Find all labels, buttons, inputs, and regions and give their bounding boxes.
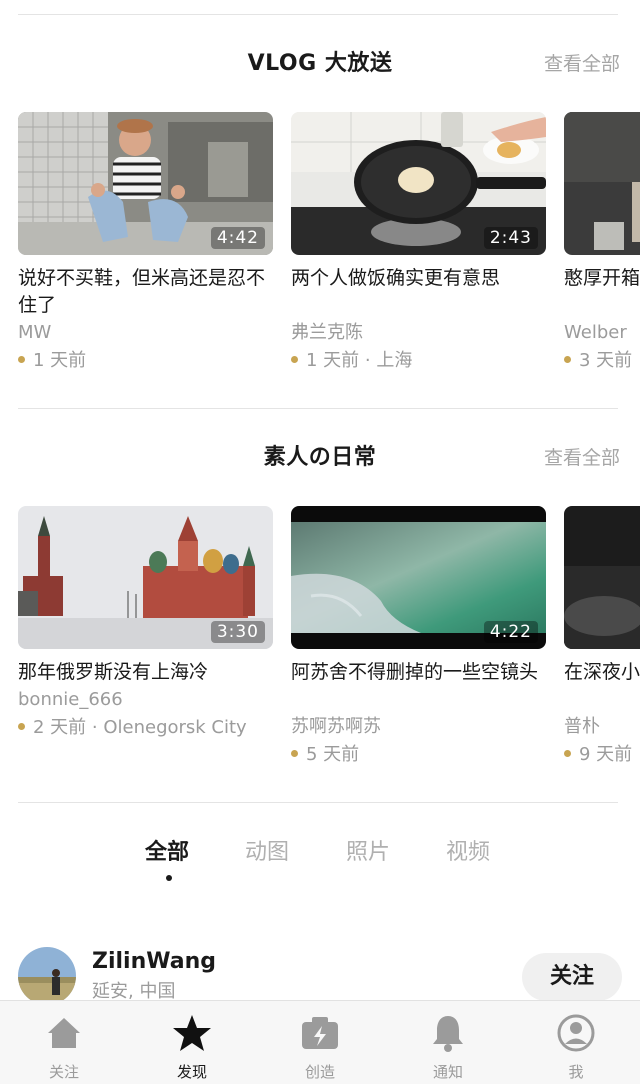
video-title[interactable]: 说好不买鞋，但米高还是忍不住了 (18, 265, 273, 319)
video-author[interactable]: 苏啊苏啊苏 (291, 713, 546, 741)
thumbnail-image (564, 506, 640, 649)
avatar-image (18, 947, 76, 1005)
section-header-vlog: VLOG 大放送 查看全部 (0, 44, 640, 84)
tab-label: 我 (568, 1063, 584, 1081)
star-icon (173, 1015, 211, 1051)
tab-photos[interactable]: 照片 (346, 836, 390, 870)
video-duration: 3:30 (210, 621, 265, 643)
video-card[interactable]: 在深夜小晚上 普朴 9 天前 (564, 506, 640, 769)
active-tab-indicator (166, 875, 172, 881)
video-meta: 5 天前 (291, 741, 546, 769)
section-divider (18, 408, 618, 409)
video-duration: 4:42 (210, 227, 265, 249)
video-title[interactable]: 在深夜小晚上 (564, 659, 640, 713)
camera-bolt-icon (302, 1017, 338, 1049)
video-thumbnail[interactable]: 4:42 (18, 112, 273, 255)
home-icon (48, 1018, 80, 1048)
video-author[interactable]: 弗兰克陈 (291, 319, 546, 347)
meta-dot-icon (564, 750, 571, 757)
meta-dot-icon (18, 356, 25, 363)
tab-discover[interactable]: 发现 (128, 1001, 256, 1084)
tab-me[interactable]: 我 (512, 1001, 640, 1084)
tab-notifications[interactable]: 通知 (384, 1001, 512, 1084)
user-row[interactable]: ZilinWang 延安, 中国 关注 (0, 944, 640, 1005)
video-meta: 2 天前 · Olenegorsk City (18, 714, 273, 742)
video-thumbnail[interactable]: 2:43 (291, 112, 546, 255)
video-meta-text: 9 天前 (579, 744, 633, 765)
tab-videos[interactable]: 视频 (446, 836, 490, 870)
video-thumbnail[interactable]: 3:30 (18, 506, 273, 649)
avatar[interactable] (18, 947, 76, 1005)
tab-all[interactable]: 全部 (145, 836, 189, 870)
tab-label: 创造 (304, 1063, 335, 1081)
video-card[interactable]: 4:42 说好不买鞋，但米高还是忍不住了 MW 1 天前 (18, 112, 273, 375)
user-name[interactable]: ZilinWang (92, 946, 216, 978)
bottom-tab-bar: 关注 发现 创造 通知 我 (0, 1000, 640, 1084)
section-divider (18, 802, 618, 803)
tab-create[interactable]: 创造 (256, 1001, 384, 1084)
tab-follow[interactable]: 关注 (0, 1001, 128, 1084)
video-title[interactable]: 阿苏舍不得删掉的一些空镜头 (291, 659, 546, 713)
tab-gif[interactable]: 动图 (245, 836, 289, 870)
thumbnail-image (564, 112, 640, 255)
video-meta: 1 天前 · 上海 (291, 347, 546, 375)
video-author[interactable]: MW (18, 319, 273, 347)
video-title[interactable]: 两个人做饭确实更有意思 (291, 265, 546, 319)
meta-dot-icon (291, 750, 298, 757)
meta-dot-icon (291, 356, 298, 363)
bell-icon (433, 1016, 463, 1052)
top-divider (18, 14, 618, 15)
video-meta: 3 天前 (564, 347, 640, 375)
see-all-link[interactable]: 查看全部 (544, 44, 620, 84)
video-author[interactable]: bonnie_666 (18, 686, 273, 714)
video-card[interactable]: 2:43 两个人做饭确实更有意思 弗兰克陈 1 天前 · 上海 (291, 112, 546, 375)
video-meta-text: 1 天前 · 上海 (306, 350, 413, 371)
video-meta-text: 2 天前 · Olenegorsk City (33, 717, 247, 738)
video-carousel-vlog[interactable]: 4:42 说好不买鞋，但米高还是忍不住了 MW 1 天前 2:43 两个人做饭确… (18, 112, 640, 402)
video-card[interactable]: 憨厚开箱气垫 Welber 3 天前 (564, 112, 640, 375)
video-card[interactable]: 4:22 阿苏舍不得删掉的一些空镜头 苏啊苏啊苏 5 天前 (291, 506, 546, 769)
video-duration: 2:43 (483, 227, 538, 249)
video-meta: 9 天前 (564, 741, 640, 769)
see-all-link[interactable]: 查看全部 (544, 438, 620, 478)
video-duration: 4:22 (483, 621, 538, 643)
tab-label: 关注 (48, 1063, 79, 1081)
video-meta-text: 3 天前 (579, 350, 633, 371)
video-meta-text: 5 天前 (306, 744, 360, 765)
video-thumbnail[interactable]: 4:22 (291, 506, 546, 649)
tab-label: 通知 (432, 1063, 463, 1081)
video-author[interactable]: Welber (564, 319, 640, 347)
video-thumbnail[interactable] (564, 112, 640, 255)
video-title[interactable]: 憨厚开箱气垫 (564, 265, 640, 319)
tab-label: 发现 (176, 1063, 207, 1081)
meta-dot-icon (18, 723, 25, 730)
video-title[interactable]: 那年俄罗斯没有上海冷 (18, 659, 273, 686)
video-meta-text: 1 天前 (33, 350, 87, 371)
video-carousel-daily[interactable]: 3:30 那年俄罗斯没有上海冷 bonnie_666 2 天前 · Oleneg… (18, 506, 640, 796)
follow-button[interactable]: 关注 (522, 953, 622, 1001)
section-header-daily: 素人の日常 查看全部 (0, 438, 640, 478)
video-card[interactable]: 3:30 那年俄罗斯没有上海冷 bonnie_666 2 天前 · Oleneg… (18, 506, 273, 742)
video-meta: 1 天前 (18, 347, 273, 375)
filter-tabs: 全部 动图 照片 视频 (0, 836, 640, 881)
video-author[interactable]: 普朴 (564, 713, 640, 741)
video-thumbnail[interactable] (564, 506, 640, 649)
meta-dot-icon (564, 356, 571, 363)
profile-icon (557, 1014, 595, 1052)
